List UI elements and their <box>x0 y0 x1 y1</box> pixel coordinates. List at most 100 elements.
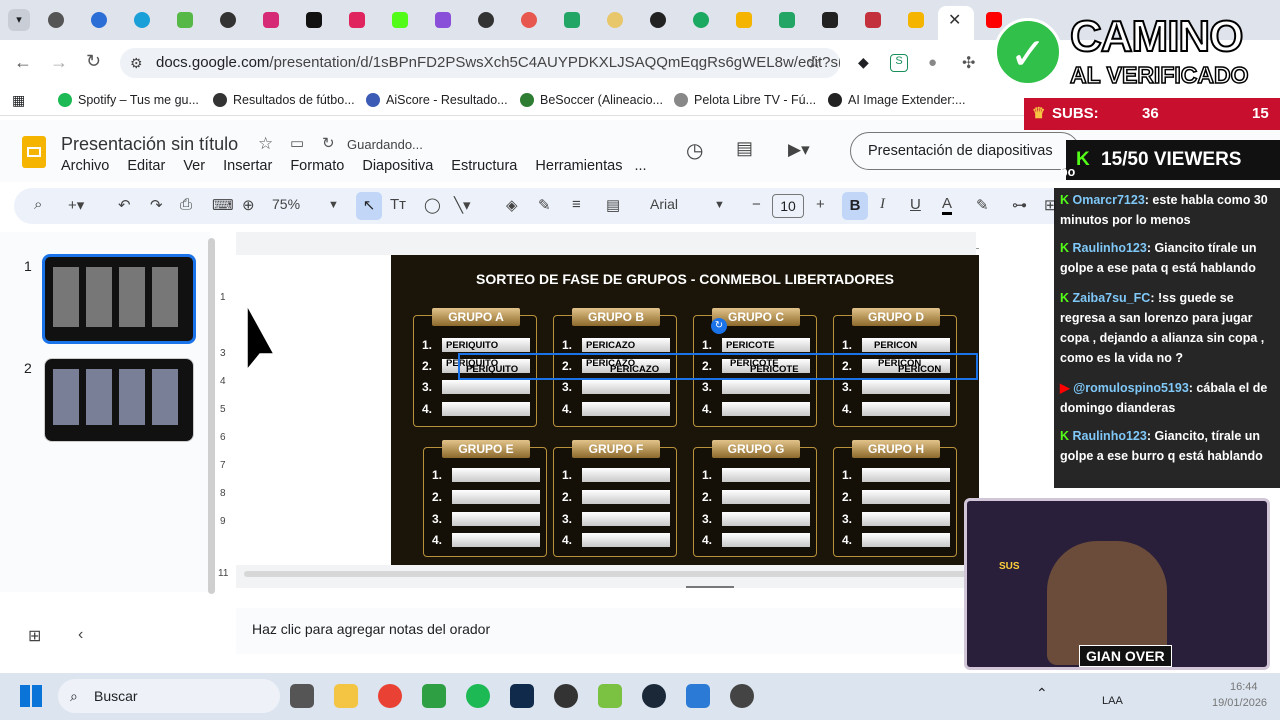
photoshop-icon[interactable] <box>510 684 534 708</box>
italic-button[interactable]: I <box>880 196 885 213</box>
selection-box[interactable] <box>458 353 978 380</box>
slide-thumbnail-2[interactable] <box>44 358 194 442</box>
media-player-icon[interactable] <box>554 684 578 708</box>
team-name[interactable]: PERIQUITO <box>446 340 498 351</box>
taskbar-search[interactable]: ⌕ Buscar <box>58 679 280 713</box>
bookmark-item[interactable]: Spotify – Tus me gu... <box>58 93 199 107</box>
zoom-select[interactable]: 75% <box>272 196 300 212</box>
team-slot[interactable] <box>722 402 810 416</box>
tab-icon[interactable] <box>435 12 451 28</box>
steam-icon[interactable] <box>642 684 666 708</box>
team-slot[interactable] <box>582 490 670 504</box>
border-weight-icon[interactable]: ≡ <box>572 196 581 213</box>
font-select[interactable]: Arial <box>650 196 678 212</box>
tab-icon[interactable] <box>607 12 623 28</box>
spotify-taskbar-icon[interactable] <box>466 684 490 708</box>
slide[interactable]: SORTEO DE FASE DE GRUPOS - CONMEBOL LIBE… <box>391 255 979 565</box>
slides-logo-icon[interactable] <box>22 136 46 168</box>
collapse-panel-icon[interactable]: ‹ <box>78 626 83 644</box>
kick-tab-icon[interactable] <box>392 12 408 28</box>
speaker-notes[interactable]: Haz clic para agregar notas del orador <box>236 608 976 654</box>
team-slot[interactable] <box>452 468 540 482</box>
tab-icon[interactable] <box>693 12 709 28</box>
print-icon[interactable]: ⎙ <box>180 196 192 213</box>
app-icon[interactable] <box>730 684 754 708</box>
tab-icon[interactable] <box>91 12 107 28</box>
menu-editar[interactable]: Editar <box>127 158 165 174</box>
canvas-scrollbar[interactable] <box>244 571 974 577</box>
grid-view-icon[interactable]: ⊞ <box>28 626 41 646</box>
tab-icon[interactable] <box>220 12 236 28</box>
language-indicator[interactable]: LAA <box>1102 695 1123 707</box>
team-slot[interactable] <box>722 468 810 482</box>
fill-color-icon[interactable]: ◈ <box>506 196 518 214</box>
chrome-taskbar-icon[interactable] <box>378 684 402 708</box>
filmstrip-scrollbar[interactable] <box>208 238 215 594</box>
bookmark-item[interactable]: AiScore - Resultado... <box>366 93 508 107</box>
tab-list-button[interactable]: ▾ <box>8 9 30 31</box>
line-icon[interactable]: ╲▾ <box>454 196 471 214</box>
tiktok-tab-icon[interactable] <box>306 12 322 28</box>
tab-icon[interactable] <box>865 12 881 28</box>
text-color-button[interactable]: A <box>942 196 953 215</box>
paint-format-icon[interactable]: ⌨ <box>212 196 234 214</box>
team-slot[interactable] <box>452 512 540 526</box>
team-slot[interactable] <box>862 533 950 547</box>
menu-estructura[interactable]: Estructura <box>451 158 517 174</box>
tab-icon[interactable] <box>478 12 494 28</box>
team-slot[interactable] <box>452 490 540 504</box>
team-name[interactable]: PERICOTE <box>726 340 775 351</box>
rotate-handle[interactable]: ↻ <box>711 318 727 334</box>
team-slot[interactable] <box>722 380 810 394</box>
comments-icon[interactable]: ▤ <box>736 138 753 159</box>
slide-title[interactable]: SORTEO DE FASE DE GRUPOS - CONMEBOL LIBE… <box>391 271 979 287</box>
shape-icon[interactable]: ◯ <box>424 196 441 214</box>
tab-icon[interactable] <box>521 12 537 28</box>
menu-insertar[interactable]: Insertar <box>223 158 272 174</box>
highlight-icon[interactable]: ✎ <box>976 196 989 214</box>
team-slot[interactable] <box>862 468 950 482</box>
extension-icon[interactable]: ◆ <box>858 54 869 71</box>
team-slot[interactable] <box>862 490 950 504</box>
menu-herramientas[interactable]: Herramientas <box>535 158 622 174</box>
app-icon[interactable] <box>598 684 622 708</box>
border-dash-icon[interactable]: ▤ <box>606 196 620 214</box>
border-color-icon[interactable]: ✎ <box>538 196 551 214</box>
star-icon[interactable]: ☆ <box>258 134 273 154</box>
tab-icon[interactable] <box>177 12 193 28</box>
site-info-icon[interactable]: ⚙ <box>130 48 143 78</box>
amazon-tab-icon[interactable] <box>822 12 838 28</box>
bookmark-star-icon[interactable]: ☆ <box>807 48 822 78</box>
search-icon[interactable]: ⌕ <box>34 196 42 213</box>
menu-formato[interactable]: Formato <box>290 158 344 174</box>
instagram-tab-icon[interactable] <box>263 12 279 28</box>
team-slot[interactable] <box>582 512 670 526</box>
kick-taskbar-icon[interactable] <box>422 684 446 708</box>
team-slot[interactable] <box>442 380 530 394</box>
zoom-icon[interactable]: ⊕ <box>242 196 255 214</box>
youtube-tab-icon[interactable] <box>986 12 1002 28</box>
team-slot[interactable] <box>582 380 670 394</box>
menu-more[interactable]: ... <box>634 158 646 174</box>
team-slot[interactable] <box>862 380 950 394</box>
extension-icon[interactable]: S <box>890 54 908 72</box>
font-size-increase[interactable]: + <box>816 196 825 213</box>
move-folder-icon[interactable]: ▭ <box>290 134 304 152</box>
sheets-tab-icon[interactable] <box>779 12 795 28</box>
meet-icon[interactable]: ▶▾ <box>788 140 810 160</box>
forward-icon[interactable]: → <box>50 52 68 73</box>
menu-diapositiva[interactable]: Diapositiva <box>362 158 433 174</box>
slide-thumbnail-1[interactable] <box>42 254 196 344</box>
link-icon[interactable]: ⊶ <box>1012 196 1027 214</box>
zoom-dropdown-icon[interactable]: ▼ <box>328 199 339 211</box>
file-explorer-icon[interactable] <box>334 684 358 708</box>
team-slot[interactable] <box>722 490 810 504</box>
history-icon[interactable]: ◷ <box>686 138 703 163</box>
tab-icon[interactable] <box>134 12 150 28</box>
close-icon[interactable]: ✕ <box>948 10 961 30</box>
bookmark-item[interactable]: Pelota Libre TV - Fú... <box>674 93 816 107</box>
document-title[interactable]: Presentación sin título <box>61 134 238 155</box>
app-icon[interactable] <box>686 684 710 708</box>
team-slot[interactable] <box>582 468 670 482</box>
drive-tab-icon[interactable] <box>736 12 752 28</box>
